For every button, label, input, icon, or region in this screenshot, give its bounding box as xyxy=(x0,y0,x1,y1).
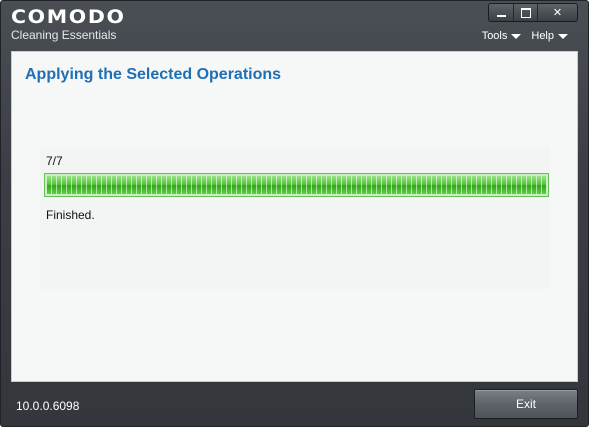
comodo-logo: COMODO xyxy=(11,6,126,28)
menu-tools-label: Tools xyxy=(481,30,508,42)
page-title: Applying the Selected Operations xyxy=(25,66,282,83)
main-panel: Applying the Selected Operations 7/7 Fin… xyxy=(11,51,578,382)
app-window: COMODO Cleaning Essentials ✕ Tools Help … xyxy=(0,0,589,427)
menu-bar: Tools Help xyxy=(482,30,568,42)
version-label: 10.0.0.6098 xyxy=(16,399,80,413)
menu-help[interactable]: Help xyxy=(531,30,568,42)
window-controls: ✕ xyxy=(488,3,578,22)
minimize-icon xyxy=(496,14,506,17)
progress-bar-fill xyxy=(47,176,546,194)
progress-panel xyxy=(40,147,550,289)
status-text: Finished. xyxy=(46,208,95,222)
exit-button[interactable]: Exit xyxy=(474,389,578,419)
close-icon: ✕ xyxy=(552,7,563,19)
operation-count: 7/7 xyxy=(46,154,63,168)
chevron-down-icon xyxy=(558,34,568,39)
chevron-down-icon xyxy=(511,34,522,39)
menu-help-label: Help xyxy=(531,30,554,42)
maximize-icon xyxy=(520,7,531,18)
close-button[interactable]: ✕ xyxy=(537,4,577,21)
minimize-button[interactable] xyxy=(489,4,513,21)
maximize-button[interactable] xyxy=(513,4,537,21)
progress-bar xyxy=(44,173,549,197)
product-name: Cleaning Essentials xyxy=(11,28,117,42)
menu-tools[interactable]: Tools xyxy=(482,30,522,42)
